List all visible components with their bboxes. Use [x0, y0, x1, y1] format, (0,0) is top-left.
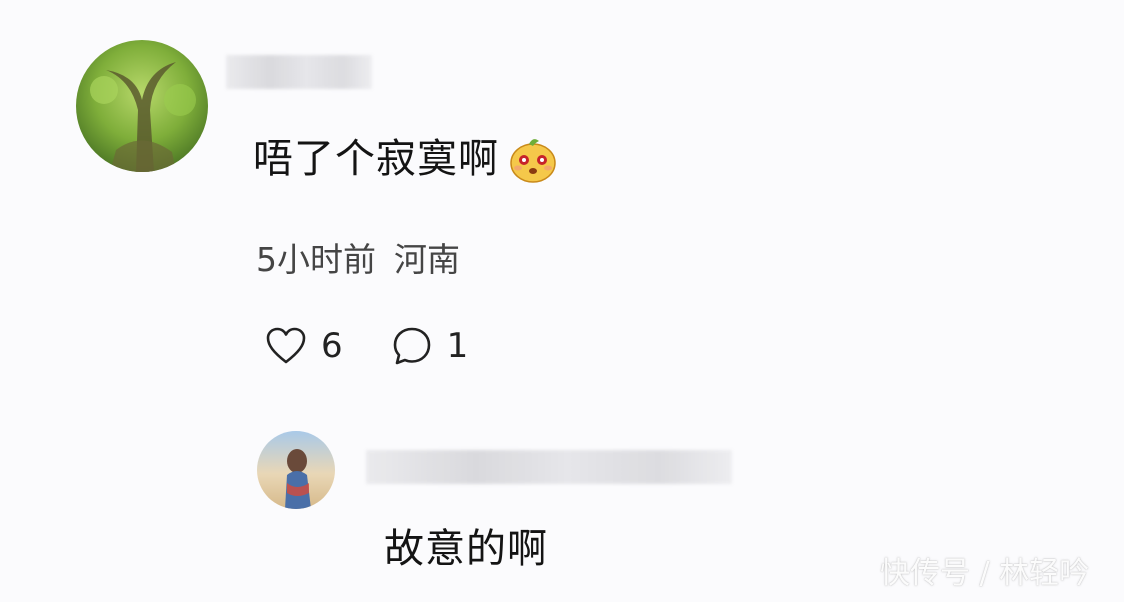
reply-text: 故意的啊 — [384, 526, 548, 572]
replier-avatar[interactable] — [257, 431, 335, 509]
watermark: 快传号 / 林轻吟 — [880, 556, 1090, 591]
reply-count: 1 — [446, 326, 469, 366]
comment-time: 5小时前 — [256, 240, 376, 279]
comment-text: 唔了个寂寞啊 — [253, 136, 499, 182]
like-button[interactable]: 6 — [263, 320, 343, 372]
comment-body: 唔了个寂寞啊 — [253, 130, 559, 188]
commenter-name-blurred[interactable] — [226, 55, 372, 89]
comment-meta: 5小时前 河南 — [256, 236, 460, 284]
surprised-face-emoji-icon — [507, 133, 559, 185]
comment-location: 河南 — [394, 240, 460, 279]
replier-name-blurred[interactable] — [366, 450, 732, 484]
commenter-avatar[interactable] — [76, 40, 208, 172]
like-count: 6 — [321, 326, 343, 366]
reply-button[interactable]: 1 — [389, 320, 469, 372]
heart-icon — [266, 327, 306, 364]
speech-bubble-icon — [393, 327, 430, 365]
comment-actions: 6 1 — [263, 320, 468, 372]
